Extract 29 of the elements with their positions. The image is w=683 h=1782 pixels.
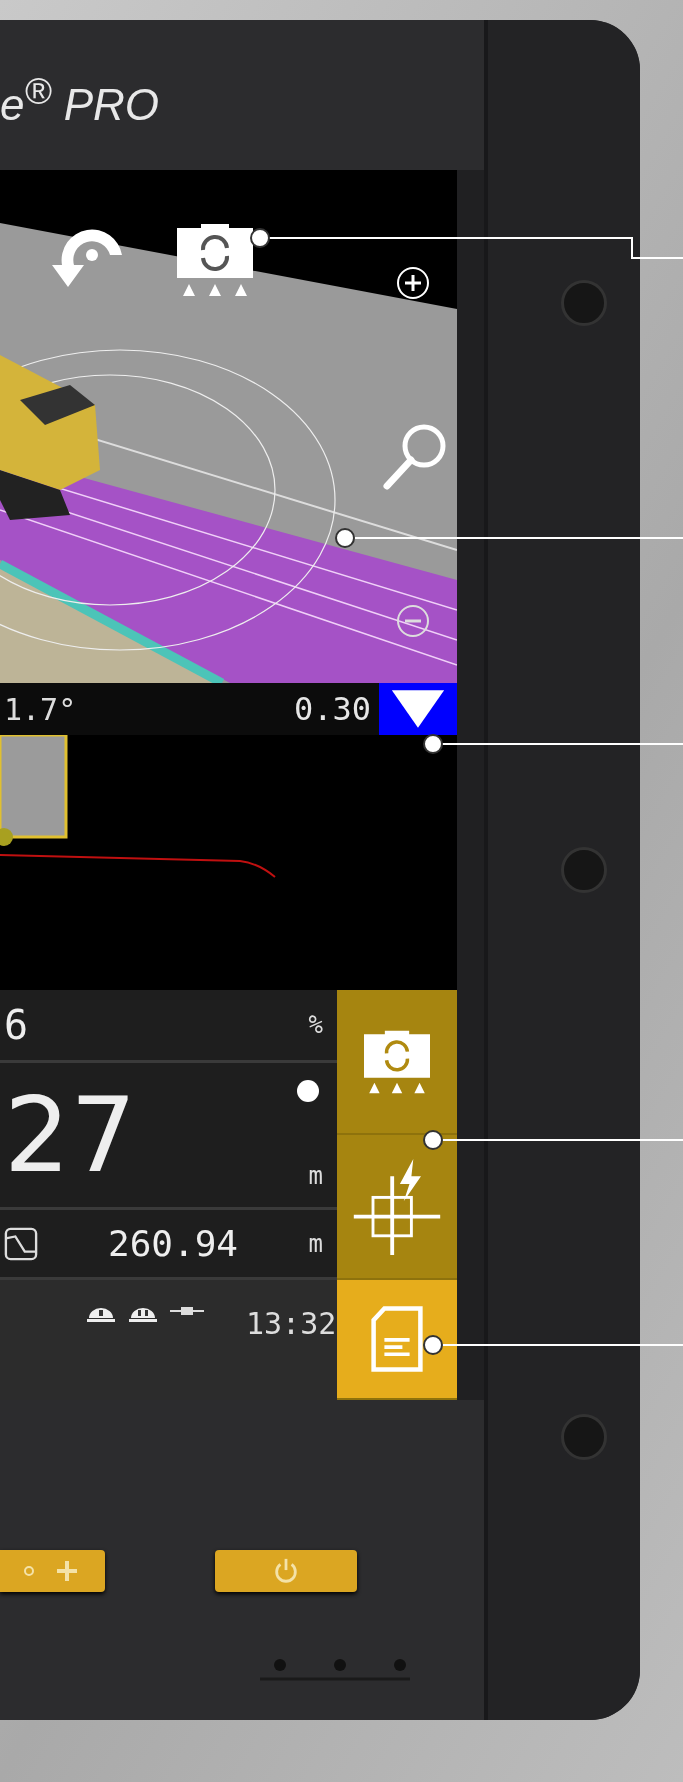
screw <box>561 280 607 327</box>
readout-unit: m <box>308 1162 323 1190</box>
triangle-down-icon <box>390 688 446 730</box>
document-icon <box>370 1305 424 1373</box>
slope-angle: 1.7° <box>3 691 78 727</box>
machine-sync-icon <box>362 1028 432 1095</box>
side-button[interactable] <box>337 1280 457 1400</box>
status-dot <box>297 1080 319 1102</box>
zoom-in-icon[interactable] <box>396 266 430 300</box>
readout-value: 6 <box>4 1002 29 1048</box>
brand-logo: e$^{®}$ PRO <box>0 70 160 130</box>
offset-value: 0.30 <box>293 690 371 728</box>
side-button[interactable] <box>337 990 457 1135</box>
zoom-out-icon[interactable] <box>396 604 430 638</box>
machine-sync-icon[interactable] <box>175 222 255 298</box>
clock-time: 13:32 <box>246 1306 337 1341</box>
power-icon <box>272 1557 300 1585</box>
search-icon[interactable] <box>382 422 448 492</box>
readout-unit: % <box>308 1011 323 1039</box>
readout-value: 27 <box>4 1074 137 1196</box>
crosshair-bolt-icon <box>353 1158 441 1255</box>
profile-icon <box>4 1226 38 1261</box>
screw <box>561 847 607 893</box>
dropdown-button[interactable] <box>379 683 457 735</box>
readout-value: 260.94 <box>108 1223 239 1264</box>
side-button[interactable] <box>337 1135 457 1280</box>
screw <box>561 1413 607 1460</box>
readout-unit: m <box>308 1229 323 1258</box>
connector-icon <box>170 1306 204 1316</box>
